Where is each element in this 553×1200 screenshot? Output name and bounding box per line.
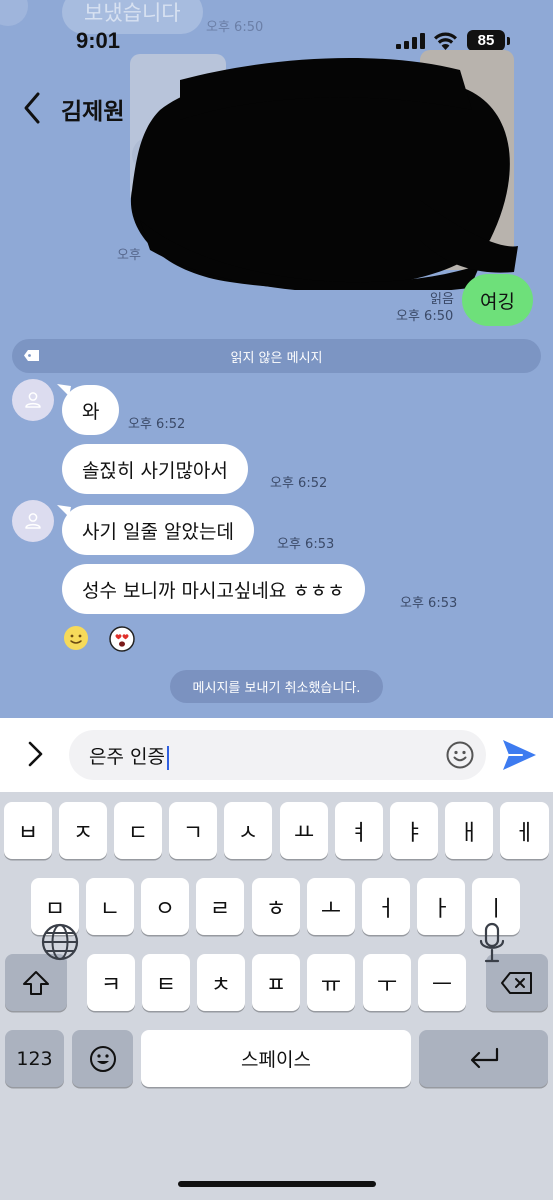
korean-keyboard: ㅂ ㅈ ㄷ ㄱ ㅅ ㅛ ㅕ ㅑ ㅐ ㅔ ㅁ ㄴ ㅇ ㄹ ㅎ ㅗ ㅓ ㅏ ㅣ ㅋ … [0, 792, 553, 1200]
key-ch[interactable]: ㅊ [197, 954, 245, 1011]
text-cursor [166, 745, 169, 770]
key-h[interactable]: ㅎ [252, 878, 300, 935]
sent-message-time: 오후 6:50 [396, 309, 454, 324]
globe-icon[interactable] [40, 922, 80, 962]
key-j[interactable]: ㅈ [59, 802, 107, 859]
chat-title: 김제원 [61, 99, 125, 125]
battery-indicator: 85 [467, 30, 505, 51]
tag-icon [24, 350, 39, 361]
avatar[interactable] [12, 500, 54, 542]
default-profile-icon [25, 513, 41, 529]
shift-key[interactable] [5, 954, 67, 1011]
received-message-bubble[interactable]: 사기 일줄 알았는데 [62, 505, 254, 555]
battery-tip [507, 37, 510, 45]
key-eu[interactable]: ㅡ [418, 954, 466, 1011]
key-n[interactable]: ㄴ [86, 878, 134, 935]
home-indicator[interactable] [178, 1181, 376, 1187]
chat-area[interactable]: 보냈습니다 오후 6:50 9:01 85 김제원 오후 읽음 오후 6:50 … [0, 0, 553, 718]
key-s[interactable]: ㅅ [224, 802, 272, 859]
key-d[interactable]: ㄷ [114, 802, 162, 859]
key-yeo[interactable]: ㅕ [335, 802, 383, 859]
message-composer: 은주 인증 [0, 718, 553, 792]
cellular-signal-icon [396, 33, 425, 49]
wifi-icon [434, 32, 457, 50]
key-a[interactable]: ㅏ [417, 878, 465, 935]
sent-message-bubble[interactable]: 여깅 [462, 274, 533, 326]
send-button-icon[interactable] [500, 736, 538, 774]
key-g[interactable]: ㄱ [169, 802, 217, 859]
key-eo[interactable]: ㅓ [362, 878, 410, 935]
key-r[interactable]: ㄹ [196, 878, 244, 935]
message-input-text[interactable]: 은주 인증 [89, 742, 169, 770]
status-time: 9:01 [76, 28, 121, 53]
emoji-keyboard-icon [89, 1045, 116, 1072]
return-arrow-icon [470, 1047, 498, 1068]
message-time: 오후 6:52 [128, 417, 186, 432]
key-ae[interactable]: ㅐ [445, 802, 493, 859]
unread-divider-label: 읽지 않은 메시지 [230, 350, 323, 366]
expand-menu-button[interactable] [20, 738, 50, 770]
back-button[interactable] [18, 88, 52, 128]
backspace-icon [501, 971, 532, 994]
heart-eyes-emoji-icon[interactable] [109, 626, 135, 652]
microphone-icon[interactable] [478, 922, 506, 964]
smile-emoji-icon[interactable] [63, 625, 89, 651]
message-time: 오후 6:53 [400, 596, 458, 611]
space-key[interactable]: 스페이스 [141, 1030, 411, 1087]
system-notice: 메시지를 보내기 취소했습니다. [170, 670, 383, 703]
default-profile-icon [25, 392, 41, 408]
key-yu[interactable]: ㅠ [307, 954, 355, 1011]
unread-divider: 읽지 않은 메시지 [12, 339, 541, 373]
received-message-bubble[interactable]: 성수 보니까 마시고싶네요 ㅎㅎㅎ [62, 564, 365, 614]
received-message-bubble[interactable]: 와 [62, 385, 120, 435]
key-p[interactable]: ㅍ [252, 954, 300, 1011]
redacted-image-scribble [130, 50, 518, 290]
key-e[interactable]: ㅔ [500, 802, 549, 859]
message-time: 오후 6:52 [270, 476, 328, 491]
message-input[interactable]: 은주 인증 [69, 730, 486, 780]
key-u[interactable]: ㅜ [363, 954, 411, 1011]
received-message-bubble[interactable]: 솔짅히 사기많아서 [62, 444, 248, 494]
emoji-key[interactable] [72, 1030, 133, 1087]
key-t[interactable]: ㅌ [142, 954, 190, 1011]
key-o[interactable]: ㅗ [307, 878, 355, 935]
faint-time-label: 오후 [117, 248, 141, 263]
return-key[interactable] [419, 1030, 548, 1087]
key-ya[interactable]: ㅑ [390, 802, 438, 859]
key-b[interactable]: ㅂ [4, 802, 52, 859]
emoticon-button-icon[interactable] [445, 740, 475, 770]
avatar[interactable] [12, 379, 54, 421]
key-ng[interactable]: ㅇ [141, 878, 189, 935]
message-time: 오후 6:53 [277, 537, 335, 552]
key-yo[interactable]: ㅛ [280, 802, 328, 859]
numbers-key[interactable]: 123 [5, 1030, 64, 1087]
key-k[interactable]: ㅋ [87, 954, 135, 1011]
shift-arrow-icon [23, 970, 49, 995]
